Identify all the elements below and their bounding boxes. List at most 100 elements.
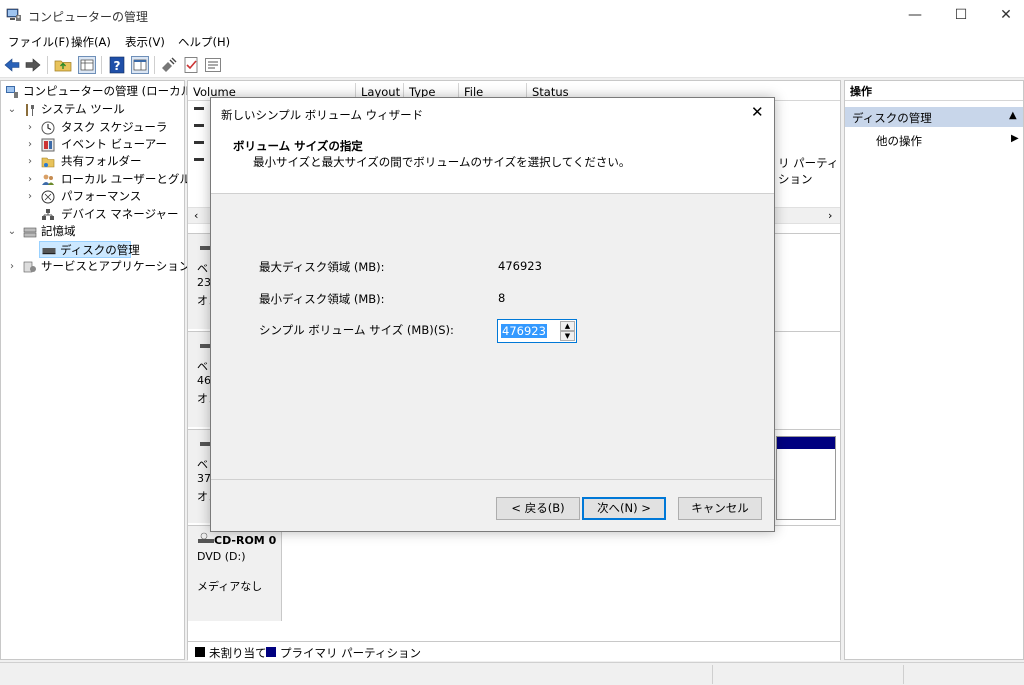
submenu-arrow-icon: ▶ bbox=[1011, 133, 1019, 144]
chevron-right-icon[interactable]: › bbox=[25, 153, 35, 170]
primary-partition-bar bbox=[777, 437, 835, 449]
action-pane-icon[interactable] bbox=[131, 56, 149, 74]
dialog-title: 新しいシンプル ボリューム ウィザード bbox=[221, 108, 424, 122]
tree-label: システム ツール bbox=[41, 102, 125, 116]
tree-item-root[interactable]: コンピューターの管理 (ローカル) bbox=[1, 83, 197, 100]
tree-item-performance[interactable]: › パフォーマンス bbox=[1, 188, 184, 205]
cancel-button[interactable]: キャンセル bbox=[678, 497, 762, 520]
volume-size-stepper[interactable]: 476923 ▲ ▼ bbox=[497, 319, 577, 343]
actions-section-disk-management[interactable]: ディスクの管理 ▲ bbox=[845, 107, 1023, 127]
maximize-button[interactable]: ☐ bbox=[938, 0, 984, 30]
legend-unallocated-swatch bbox=[195, 647, 205, 657]
chevron-right-icon[interactable]: › bbox=[25, 171, 35, 188]
min-disk-space-value: 8 bbox=[498, 291, 506, 305]
tools-icon bbox=[26, 104, 34, 116]
dialog-header: ボリューム サイズの指定 最小サイズと最大サイズの間でボリュームのサイズを選択し… bbox=[211, 130, 774, 194]
tree-item-disk-management[interactable]: ディスクの管理 bbox=[39, 241, 140, 258]
chevron-right-icon[interactable]: › bbox=[7, 258, 17, 275]
tree-label: パフォーマンス bbox=[61, 189, 142, 203]
legend-unallocated-label: 未割り当て bbox=[209, 646, 267, 660]
volume-size-label: シンプル ボリューム サイズ (MB)(S): bbox=[259, 323, 454, 337]
forward-arrow-icon[interactable] bbox=[24, 56, 42, 74]
checklist-icon[interactable] bbox=[182, 56, 200, 74]
tree-label: イベント ビューアー bbox=[61, 137, 168, 151]
connect-icon[interactable] bbox=[160, 56, 178, 74]
collapse-triangle-icon[interactable]: ▲ bbox=[1009, 110, 1017, 121]
min-disk-space-label: 最小ディスク領域 (MB): bbox=[259, 292, 385, 306]
device-manager-icon bbox=[42, 209, 54, 220]
tree-item-local-users[interactable]: › ローカル ユーザーとグループ bbox=[1, 171, 213, 188]
storage-icon bbox=[23, 227, 37, 238]
new-simple-volume-wizard: 新しいシンプル ボリューム ウィザード ✕ ボリューム サイズの指定 最小サイズ… bbox=[210, 97, 775, 532]
users-icon bbox=[42, 174, 54, 185]
volume-status-text: リ パーティション bbox=[778, 156, 839, 186]
dialog-subheading: 最小サイズと最大サイズの間でボリュームのサイズを選択してください。 bbox=[253, 155, 631, 169]
tree-item-storage[interactable]: ⌄ 記憶域 bbox=[1, 223, 184, 240]
close-button[interactable]: ✕ bbox=[983, 0, 1024, 30]
chevron-down-icon[interactable]: ⌄ bbox=[7, 101, 17, 118]
legend: 未割り当て プライマリ パーティション bbox=[188, 641, 840, 661]
tree-label: 共有フォルダー bbox=[61, 154, 142, 168]
tree-item-device-manager[interactable]: デバイス マネージャー bbox=[1, 206, 184, 223]
tree-item-event-viewer[interactable]: › イベント ビューアー bbox=[1, 136, 184, 153]
help-icon[interactable]: ? bbox=[108, 56, 126, 74]
chevron-right-icon[interactable]: › bbox=[25, 136, 35, 153]
up-folder-icon[interactable] bbox=[54, 56, 72, 74]
tree-label: デバイス マネージャー bbox=[61, 207, 179, 221]
scroll-right-icon[interactable]: › bbox=[828, 209, 832, 222]
chevron-right-icon[interactable]: › bbox=[25, 119, 35, 136]
minimize-button[interactable]: — bbox=[892, 0, 938, 30]
back-arrow-icon[interactable] bbox=[3, 56, 21, 74]
menu-help[interactable]: ヘルプ(H) bbox=[178, 34, 230, 50]
window-title: コンピューターの管理 bbox=[28, 10, 149, 24]
properties-icon[interactable] bbox=[204, 56, 222, 74]
toolbar: ? bbox=[0, 52, 1024, 78]
tree-label: タスク スケジューラ bbox=[61, 120, 168, 134]
volume-size-input[interactable]: 476923 bbox=[501, 324, 547, 338]
menu-action[interactable]: 操作(A) bbox=[71, 34, 111, 50]
cdrom-row: CD-ROM 0 DVD (D:) メディアなし bbox=[188, 525, 840, 621]
tree-item-services[interactable]: › サービスとアプリケーション bbox=[1, 258, 190, 275]
shared-folder-icon bbox=[41, 157, 55, 168]
menu-bar: ファイル(F) 操作(A) 表示(V) ヘルプ(H) bbox=[0, 30, 1024, 52]
event-viewer-icon bbox=[41, 138, 55, 152]
scroll-left-icon[interactable]: ‹ bbox=[194, 209, 198, 222]
menu-file[interactable]: ファイル(F) bbox=[8, 34, 70, 50]
dialog-heading: ボリューム サイズの指定 bbox=[233, 139, 363, 153]
tree-label: 記憶域 bbox=[41, 224, 76, 238]
cd-drive-icon bbox=[198, 532, 214, 543]
dialog-title-bar: 新しいシンプル ボリューム ウィザード ✕ bbox=[211, 98, 774, 130]
stepper-down-icon[interactable]: ▼ bbox=[560, 331, 575, 341]
menu-view[interactable]: 表示(V) bbox=[125, 34, 165, 50]
chevron-right-icon[interactable]: › bbox=[25, 188, 35, 205]
next-button[interactable]: 次へ(N) > bbox=[582, 497, 666, 520]
title-bar: コンピューターの管理 — ☐ ✕ bbox=[0, 0, 1024, 30]
navigation-tree: コンピューターの管理 (ローカル) ⌄ システム ツール › タスク スケジュー… bbox=[0, 80, 213, 660]
dialog-close-icon[interactable]: ✕ bbox=[751, 103, 764, 121]
tree-label: コンピューターの管理 (ローカル) bbox=[23, 84, 197, 98]
actions-more[interactable]: 他の操作 ▶ bbox=[845, 131, 1023, 149]
tree-label: サービスとアプリケーション bbox=[41, 259, 191, 273]
cdrom-label[interactable]: CD-ROM 0 DVD (D:) メディアなし bbox=[188, 526, 282, 621]
max-disk-space-value: 476923 bbox=[498, 259, 542, 273]
show-hide-tree-icon[interactable] bbox=[78, 56, 96, 74]
disk-icon bbox=[42, 248, 56, 255]
actions-pane: 操作 ディスクの管理 ▲ 他の操作 ▶ bbox=[844, 80, 1024, 660]
chevron-down-icon[interactable]: ⌄ bbox=[7, 223, 17, 240]
partition-block[interactable] bbox=[776, 436, 836, 520]
performance-icon bbox=[41, 190, 55, 204]
status-bar bbox=[0, 662, 1024, 685]
tree-item-task-scheduler[interactable]: › タスク スケジューラ bbox=[1, 119, 184, 136]
back-button[interactable]: < 戻る(B) bbox=[496, 497, 580, 520]
tree-item-system-tools[interactable]: ⌄ システム ツール bbox=[1, 101, 184, 118]
svg-text:?: ? bbox=[114, 59, 121, 73]
tree-label: ディスクの管理 bbox=[60, 243, 140, 257]
max-disk-space-label: 最大ディスク領域 (MB): bbox=[259, 260, 385, 274]
legend-primary-label: プライマリ パーティション bbox=[280, 646, 421, 660]
clock-icon bbox=[41, 121, 55, 135]
stepper-up-icon[interactable]: ▲ bbox=[560, 321, 575, 331]
actions-header: 操作 bbox=[845, 83, 1023, 101]
computer-management-icon bbox=[6, 8, 21, 21]
tree-item-shared-folders[interactable]: › 共有フォルダー bbox=[1, 153, 184, 170]
volume-drive-icons bbox=[194, 107, 204, 161]
